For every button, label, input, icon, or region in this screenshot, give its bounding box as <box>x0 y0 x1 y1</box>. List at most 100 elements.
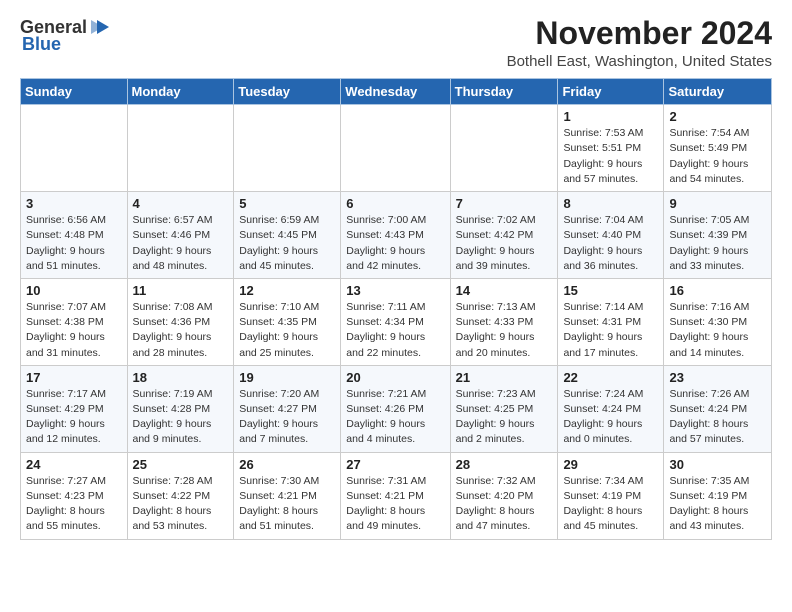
day-info: Sunrise: 7:34 AM Sunset: 4:19 PM Dayligh… <box>563 474 658 535</box>
calendar-cell: 12 Sunrise: 7:10 AM Sunset: 4:35 PM Dayli… <box>234 278 341 365</box>
day-number: 21 <box>456 370 553 385</box>
day-info: Sunrise: 7:10 AM Sunset: 4:35 PM Dayligh… <box>239 300 335 361</box>
calendar-cell: 30 Sunrise: 7:35 AM Sunset: 4:19 PM Dayli… <box>664 452 772 539</box>
calendar-cell: 21 Sunrise: 7:23 AM Sunset: 4:25 PM Dayli… <box>450 365 558 452</box>
day-number: 24 <box>26 457 122 472</box>
day-number: 27 <box>346 457 444 472</box>
day-info: Sunrise: 7:26 AM Sunset: 4:24 PM Dayligh… <box>669 387 766 448</box>
calendar-cell: 23 Sunrise: 7:26 AM Sunset: 4:24 PM Dayli… <box>664 365 772 452</box>
day-info: Sunrise: 7:23 AM Sunset: 4:25 PM Dayligh… <box>456 387 553 448</box>
day-info: Sunrise: 7:17 AM Sunset: 4:29 PM Dayligh… <box>26 387 122 448</box>
day-info: Sunrise: 7:28 AM Sunset: 4:22 PM Dayligh… <box>133 474 229 535</box>
calendar-cell: 25 Sunrise: 7:28 AM Sunset: 4:22 PM Dayli… <box>127 452 234 539</box>
calendar-cell: 16 Sunrise: 7:16 AM Sunset: 4:30 PM Dayli… <box>664 278 772 365</box>
day-info: Sunrise: 7:19 AM Sunset: 4:28 PM Dayligh… <box>133 387 229 448</box>
day-number: 22 <box>563 370 658 385</box>
calendar-cell: 5 Sunrise: 6:59 AM Sunset: 4:45 PM Daylig… <box>234 192 341 279</box>
calendar-week-5: 24 Sunrise: 7:27 AM Sunset: 4:23 PM Dayli… <box>21 452 772 539</box>
logo-icon <box>89 16 111 38</box>
calendar-cell: 7Sunrise: 7:02 AM Sunset: 4:42 PM Daylig… <box>450 192 558 279</box>
day-number: 12 <box>239 283 335 298</box>
weekday-header-monday: Monday <box>127 79 234 105</box>
location-title: Bothell East, Washington, United States <box>507 53 772 70</box>
calendar-cell <box>450 105 558 192</box>
day-number: 5 <box>239 196 335 211</box>
calendar-cell: 6 Sunrise: 7:00 AM Sunset: 4:43 PM Daylig… <box>341 192 450 279</box>
day-number: 20 <box>346 370 444 385</box>
day-number: 8 <box>563 196 658 211</box>
calendar-cell: 22 Sunrise: 7:24 AM Sunset: 4:24 PM Dayli… <box>558 365 664 452</box>
calendar-cell: 15 Sunrise: 7:14 AM Sunset: 4:31 PM Dayli… <box>558 278 664 365</box>
day-info: Sunrise: 7:02 AM Sunset: 4:42 PM Dayligh… <box>456 213 553 274</box>
calendar-cell: 11 Sunrise: 7:08 AM Sunset: 4:36 PM Dayli… <box>127 278 234 365</box>
weekday-header-sunday: Sunday <box>21 79 128 105</box>
day-info: Sunrise: 7:05 AM Sunset: 4:39 PM Dayligh… <box>669 213 766 274</box>
day-info: Sunrise: 7:08 AM Sunset: 4:36 PM Dayligh… <box>133 300 229 361</box>
day-info: Sunrise: 7:31 AM Sunset: 4:21 PM Dayligh… <box>346 474 444 535</box>
calendar-cell <box>127 105 234 192</box>
calendar-cell: 20 Sunrise: 7:21 AM Sunset: 4:26 PM Dayli… <box>341 365 450 452</box>
calendar-header-row: SundayMondayTuesdayWednesdayThursdayFrid… <box>21 79 772 105</box>
day-info: Sunrise: 7:54 AM Sunset: 5:49 PM Dayligh… <box>669 126 766 187</box>
day-info: Sunrise: 7:32 AM Sunset: 4:20 PM Dayligh… <box>456 474 553 535</box>
calendar-cell: 19Sunrise: 7:20 AM Sunset: 4:27 PM Dayli… <box>234 365 341 452</box>
day-info: Sunrise: 7:53 AM Sunset: 5:51 PM Dayligh… <box>563 126 658 187</box>
calendar-cell: 14 Sunrise: 7:13 AM Sunset: 4:33 PM Dayli… <box>450 278 558 365</box>
day-number: 10 <box>26 283 122 298</box>
weekday-header-friday: Friday <box>558 79 664 105</box>
calendar-cell: 13 Sunrise: 7:11 AM Sunset: 4:34 PM Dayli… <box>341 278 450 365</box>
day-number: 25 <box>133 457 229 472</box>
day-number: 23 <box>669 370 766 385</box>
calendar-week-4: 17 Sunrise: 7:17 AM Sunset: 4:29 PM Dayli… <box>21 365 772 452</box>
month-title: November 2024 <box>507 16 772 51</box>
day-info: Sunrise: 7:00 AM Sunset: 4:43 PM Dayligh… <box>346 213 444 274</box>
weekday-header-saturday: Saturday <box>664 79 772 105</box>
page-header: General Blue November 2024 Bothell East,… <box>20 16 772 70</box>
day-number: 1 <box>563 109 658 124</box>
calendar-cell: 3Sunrise: 6:56 AM Sunset: 4:48 PM Daylig… <box>21 192 128 279</box>
calendar-table: SundayMondayTuesdayWednesdayThursdayFrid… <box>20 78 772 539</box>
weekday-header-tuesday: Tuesday <box>234 79 341 105</box>
day-number: 13 <box>346 283 444 298</box>
day-number: 18 <box>133 370 229 385</box>
day-info: Sunrise: 7:20 AM Sunset: 4:27 PM Dayligh… <box>239 387 335 448</box>
logo-blue-text: Blue <box>22 34 61 55</box>
day-number: 29 <box>563 457 658 472</box>
logo: General Blue <box>20 16 111 55</box>
day-info: Sunrise: 7:35 AM Sunset: 4:19 PM Dayligh… <box>669 474 766 535</box>
day-info: Sunrise: 7:21 AM Sunset: 4:26 PM Dayligh… <box>346 387 444 448</box>
day-number: 30 <box>669 457 766 472</box>
calendar-week-3: 10 Sunrise: 7:07 AM Sunset: 4:38 PM Dayli… <box>21 278 772 365</box>
calendar-cell: 8Sunrise: 7:04 AM Sunset: 4:40 PM Daylig… <box>558 192 664 279</box>
calendar-cell: 28Sunrise: 7:32 AM Sunset: 4:20 PM Dayli… <box>450 452 558 539</box>
day-number: 11 <box>133 283 229 298</box>
day-info: Sunrise: 7:27 AM Sunset: 4:23 PM Dayligh… <box>26 474 122 535</box>
day-number: 6 <box>346 196 444 211</box>
day-info: Sunrise: 7:14 AM Sunset: 4:31 PM Dayligh… <box>563 300 658 361</box>
day-number: 9 <box>669 196 766 211</box>
calendar-cell: 24 Sunrise: 7:27 AM Sunset: 4:23 PM Dayli… <box>21 452 128 539</box>
calendar-week-2: 3Sunrise: 6:56 AM Sunset: 4:48 PM Daylig… <box>21 192 772 279</box>
calendar-cell <box>341 105 450 192</box>
calendar-cell: 26 Sunrise: 7:30 AM Sunset: 4:21 PM Dayli… <box>234 452 341 539</box>
day-info: Sunrise: 7:16 AM Sunset: 4:30 PM Dayligh… <box>669 300 766 361</box>
calendar-cell: 10 Sunrise: 7:07 AM Sunset: 4:38 PM Dayli… <box>21 278 128 365</box>
day-number: 14 <box>456 283 553 298</box>
calendar-cell: 29 Sunrise: 7:34 AM Sunset: 4:19 PM Dayli… <box>558 452 664 539</box>
calendar-cell: 18 Sunrise: 7:19 AM Sunset: 4:28 PM Dayli… <box>127 365 234 452</box>
day-number: 2 <box>669 109 766 124</box>
day-info: Sunrise: 7:13 AM Sunset: 4:33 PM Dayligh… <box>456 300 553 361</box>
title-block: November 2024 Bothell East, Washington, … <box>507 16 772 70</box>
day-info: Sunrise: 7:24 AM Sunset: 4:24 PM Dayligh… <box>563 387 658 448</box>
day-number: 17 <box>26 370 122 385</box>
day-info: Sunrise: 7:07 AM Sunset: 4:38 PM Dayligh… <box>26 300 122 361</box>
day-number: 4 <box>133 196 229 211</box>
weekday-header-thursday: Thursday <box>450 79 558 105</box>
calendar-cell: 2 Sunrise: 7:54 AM Sunset: 5:49 PM Daylig… <box>664 105 772 192</box>
day-info: Sunrise: 7:30 AM Sunset: 4:21 PM Dayligh… <box>239 474 335 535</box>
day-info: Sunrise: 6:59 AM Sunset: 4:45 PM Dayligh… <box>239 213 335 274</box>
day-number: 15 <box>563 283 658 298</box>
day-info: Sunrise: 7:11 AM Sunset: 4:34 PM Dayligh… <box>346 300 444 361</box>
day-number: 26 <box>239 457 335 472</box>
day-number: 16 <box>669 283 766 298</box>
